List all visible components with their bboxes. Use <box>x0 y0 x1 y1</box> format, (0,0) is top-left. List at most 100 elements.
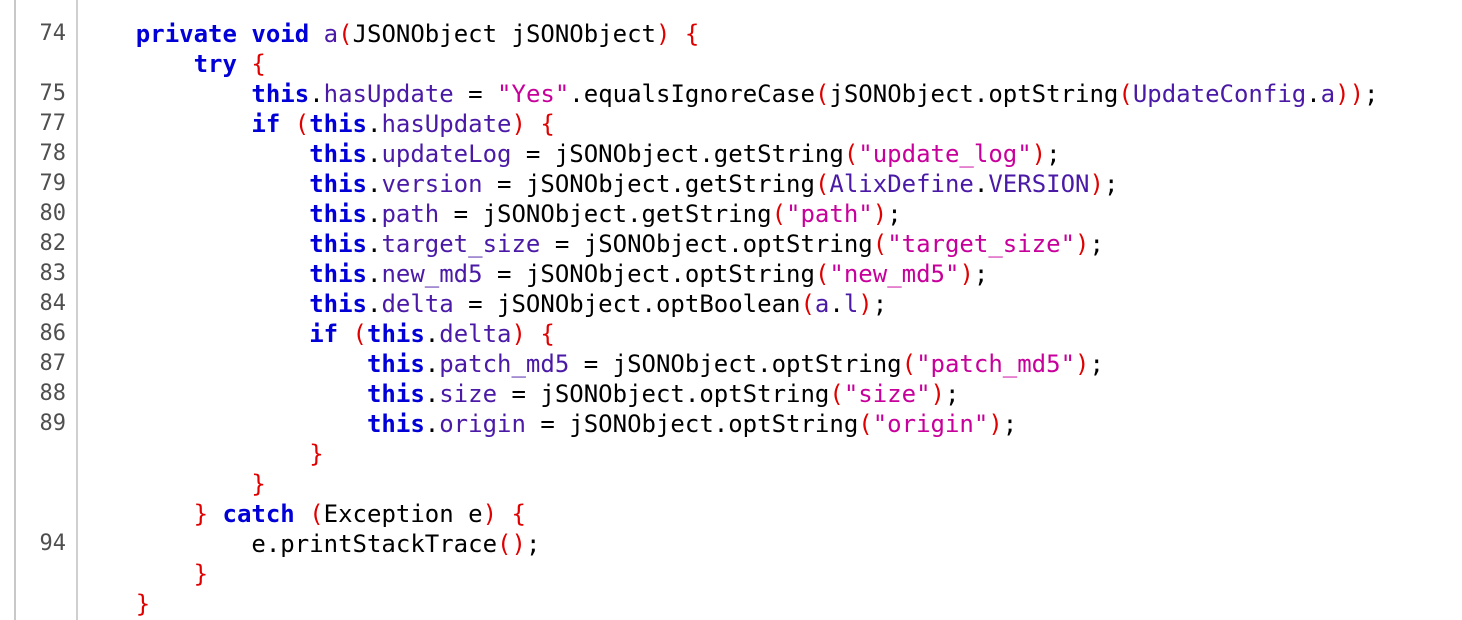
code-line: 84 this.delta = jSONObject.optBoolean(a.… <box>0 289 1462 319</box>
code-token: ; <box>525 530 541 558</box>
code-token: ( <box>901 350 917 378</box>
code-lines: 74 private void a(JSONObject jSONObject)… <box>0 19 1462 619</box>
code-token: a <box>814 290 830 318</box>
code-token: . <box>424 350 440 378</box>
code-token: ; <box>1089 350 1104 378</box>
code-text: this.target_size = jSONObject.optString(… <box>78 229 1104 259</box>
code-line: 75 this.hasUpdate = "Yes".equalsIgnoreCa… <box>0 79 1462 109</box>
code-line: } <box>0 559 1462 589</box>
code-text: if (this.hasUpdate) { <box>78 109 555 139</box>
code-token: { <box>540 110 555 138</box>
code-token: this <box>309 140 367 168</box>
code-token: VERSION <box>988 170 1090 198</box>
code-token: this <box>309 170 367 198</box>
code-token: version <box>381 170 483 198</box>
code-token: "patch_md5" <box>916 350 1076 378</box>
code-line: 83 this.new_md5 = jSONObject.optString("… <box>0 259 1462 289</box>
code-token: = jSONObject.optString <box>569 350 902 378</box>
code-token: { <box>251 50 266 78</box>
code-token: this <box>366 350 425 378</box>
line-number: 79 <box>39 171 67 196</box>
line-number: 94 <box>39 531 67 556</box>
code-line: } <box>0 469 1462 499</box>
code-token: . <box>424 380 440 408</box>
code-token: ; <box>1103 170 1119 198</box>
code-text: private void a(JSONObject jSONObject) { <box>78 19 700 49</box>
line-number: 78 <box>39 141 67 166</box>
code-token: . <box>367 110 382 138</box>
code-line: 88 this.size = jSONObject.optString("siz… <box>0 379 1462 409</box>
code-token: l <box>843 290 859 318</box>
code-line: 82 this.target_size = jSONObject.optStri… <box>0 229 1462 259</box>
code-token: a <box>1320 80 1336 108</box>
code-token: . <box>366 290 382 318</box>
code-token: new_md5 <box>381 260 483 288</box>
code-token: ; <box>1364 80 1379 108</box>
code-token: } <box>193 500 209 528</box>
code-text: } catch (Exception e) { <box>78 499 526 529</box>
code-token: size <box>439 380 498 408</box>
code-token: )) <box>1335 80 1365 108</box>
code-line: } <box>0 439 1462 469</box>
code-token: ) <box>482 500 498 528</box>
code-token: ; <box>944 380 960 408</box>
code-token: ( <box>352 320 367 348</box>
code-token: hasUpdate <box>381 110 512 138</box>
code-token: = jSONObject.optString <box>482 260 815 288</box>
code-token: .equalsIgnoreCase <box>569 80 815 108</box>
code-token: ) <box>1031 140 1047 168</box>
code-token: ( <box>814 170 830 198</box>
line-number: 86 <box>39 321 67 346</box>
code-token: "target_size" <box>887 230 1076 258</box>
code-token: UpdateConfig <box>1132 80 1307 108</box>
code-token: "origin" <box>872 410 989 438</box>
code-token: catch <box>222 500 295 528</box>
code-token: try <box>193 50 237 78</box>
code-token: this <box>309 260 367 288</box>
code-token: . <box>309 80 324 108</box>
code-token: ; <box>1089 230 1104 258</box>
code-token: e.printStackTrace <box>78 530 498 558</box>
code-token: } <box>309 440 324 468</box>
code-token: () <box>497 530 526 558</box>
code-text: this.updateLog = jSONObject.getString("u… <box>78 139 1060 169</box>
code-token: ( <box>771 200 787 228</box>
line-number: 74 <box>39 21 67 46</box>
code-line: } catch (Exception e) { <box>0 499 1462 529</box>
code-token: ( <box>814 260 830 288</box>
code-text: try { <box>78 49 266 79</box>
code-token: ) <box>656 20 671 48</box>
line-number: 88 <box>39 381 67 406</box>
line-number: 75 <box>39 81 67 106</box>
code-token: "new_md5" <box>829 260 960 288</box>
code-token: target_size <box>381 230 541 258</box>
code-text: this.version = jSONObject.getString(Alix… <box>78 169 1118 199</box>
code-token: a <box>323 20 339 48</box>
code-token: ( <box>338 20 353 48</box>
code-token: ( <box>858 410 873 438</box>
code-token: = jSONObject.getString <box>482 170 815 198</box>
code-token: . <box>973 170 989 198</box>
code-token: ( <box>1118 80 1133 108</box>
code-token: ; <box>872 290 888 318</box>
code-token: path <box>381 200 440 228</box>
code-line: 94 e.printStackTrace(); <box>0 529 1462 559</box>
code-text: this.hasUpdate = "Yes".equalsIgnoreCase(… <box>78 79 1378 109</box>
code-text: this.new_md5 = jSONObject.optString("new… <box>78 259 988 289</box>
line-number: 82 <box>39 231 67 256</box>
